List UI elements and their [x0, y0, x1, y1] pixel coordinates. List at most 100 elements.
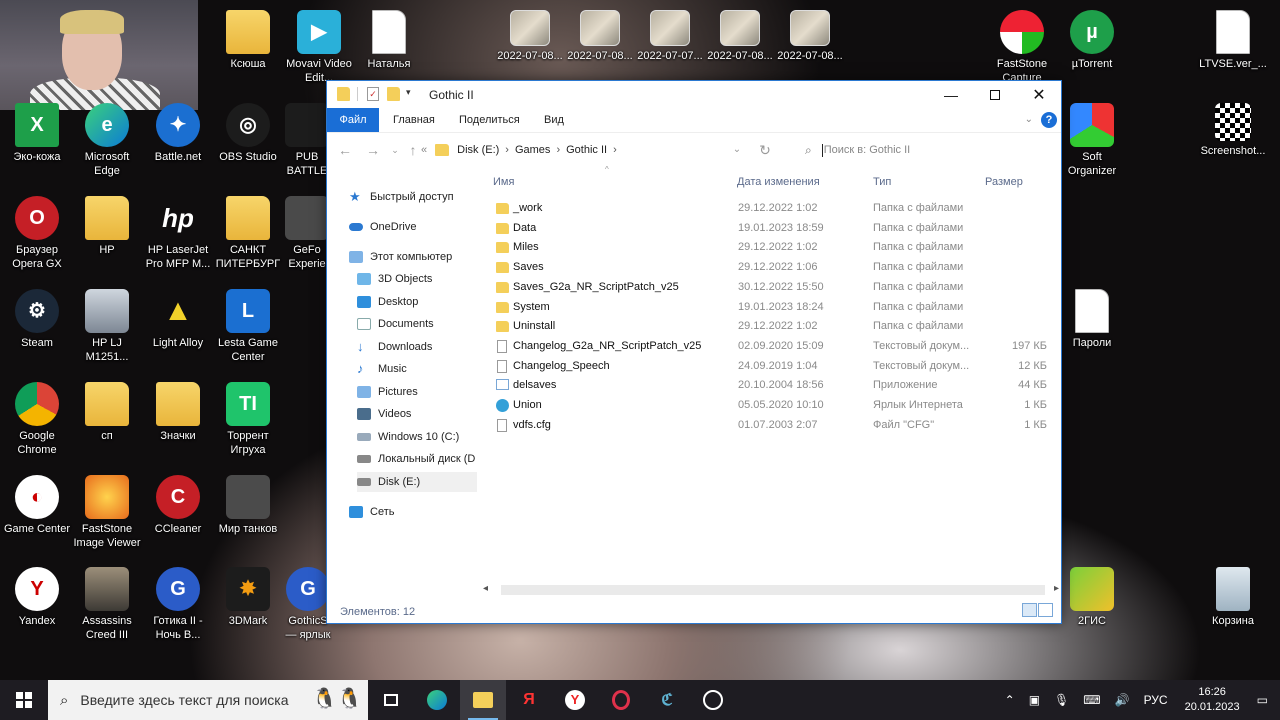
taskbar-search-input[interactable]: Введите здесь текст для поиска — [80, 692, 288, 708]
nav-desktop[interactable]: Desktop — [357, 292, 477, 312]
desktop-icon-torrent-igruha[interactable]: TI Торрент Игруха — [212, 382, 284, 457]
scroll-left-icon[interactable]: ◂ — [483, 583, 488, 594]
taskbar-opera-gx[interactable] — [598, 680, 644, 720]
desktop-icon-ksyusha[interactable]: Ксюша — [212, 10, 284, 71]
column-header-size[interactable]: Размер — [985, 176, 1023, 188]
properties-icon[interactable]: ✓ — [367, 87, 379, 101]
nav-3d-objects[interactable]: 3D Objects — [357, 269, 477, 289]
desktop-icon-edge[interactable]: e Microsoft Edge — [71, 103, 143, 178]
file-row[interactable]: Changelog_G2a_NR_ScriptPatch_v25 02.09.20… — [487, 337, 1059, 357]
desktop-icon-screenshot[interactable]: Screenshot... — [1197, 103, 1269, 158]
file-row[interactable]: Union 05.05.2020 10:10 Ярлык Интернета 1 КБ — [487, 396, 1059, 416]
nav-drive-c[interactable]: Windows 10 (C:) — [357, 427, 477, 447]
desktop-icon-yandex[interactable]: Y Yandex — [1, 567, 73, 628]
desktop-icon-game-center[interactable]: ◐ Game Center — [1, 475, 73, 536]
large-icons-view-icon[interactable] — [1038, 603, 1053, 617]
desktop-icon-photo-5[interactable]: 2022-07-08... — [774, 10, 846, 63]
refresh-button[interactable]: ↻ — [755, 141, 775, 159]
search-box[interactable]: ⌕ Поиск в: Gothic II — [805, 138, 1055, 162]
address-dropdown-icon[interactable]: ⌄ — [727, 141, 747, 159]
new-folder-icon[interactable] — [387, 87, 400, 101]
title-bar[interactable]: ✓ ▾ Gothic II — ✕ — [327, 81, 1061, 108]
ribbon-expand-icon[interactable]: ⌄ — [1025, 114, 1033, 125]
desktop-icon-battlenet[interactable]: ✦ Battle.net — [142, 103, 214, 164]
desktop-icon-paroli[interactable]: Пароли — [1056, 289, 1128, 350]
desktop-icon-faststone-viewer[interactable]: FastStone Image Viewer — [71, 475, 143, 550]
nav-drive-e[interactable]: Disk (E:) — [357, 472, 477, 492]
tab-home[interactable]: Главная — [381, 108, 447, 132]
taskbar-edge[interactable] — [414, 680, 460, 720]
tab-share[interactable]: Поделиться — [447, 108, 532, 132]
desktop-icon-faststone-capture[interactable]: FastStone Capture — [986, 10, 1058, 85]
desktop-icon-geforce[interactable]: GeFo Experie — [284, 196, 330, 271]
desktop-icon-lesta[interactable]: L Lesta Game Center — [212, 289, 284, 364]
desktop-icon-eko-kozha[interactable]: X Эко-кожа — [1, 103, 73, 164]
desktop-icon-photo-2[interactable]: 2022-07-08... — [564, 10, 636, 63]
horizontal-scrollbar[interactable]: ◂ ▸ — [483, 583, 1059, 597]
desktop-icon-obs[interactable]: ◎ OBS Studio — [212, 103, 284, 164]
nav-documents[interactable]: Documents — [357, 314, 477, 334]
taskbar-file-explorer[interactable] — [460, 680, 506, 720]
desktop-icon-hp-folder[interactable]: HP — [71, 196, 143, 257]
forward-button[interactable]: → — [363, 141, 383, 159]
search-input[interactable]: Поиск в: Gothic II — [824, 144, 910, 156]
desktop-icon-photo-4[interactable]: 2022-07-08... — [704, 10, 776, 63]
column-header-name[interactable]: Имя — [493, 176, 514, 188]
desktop-icon-chrome[interactable]: Google Chrome — [1, 382, 73, 457]
nav-music[interactable]: ♪ Music — [357, 359, 477, 379]
file-row[interactable]: Miles 29.12.2022 1:02 Папка с файлами — [487, 238, 1059, 258]
minimize-button[interactable]: — — [929, 81, 973, 108]
desktop-icon-assassins-creed[interactable]: Assassins Creed III — [71, 567, 143, 642]
taskbar-yandex[interactable]: Y — [552, 680, 598, 720]
notifications-icon[interactable]: ▭ — [1257, 693, 1268, 707]
desktop-icon-sankt-piterburg[interactable]: САНКТ ПИТЕРБУРГ — [212, 196, 284, 271]
desktop-icon-hp-laserjet[interactable]: hp HP LaserJet Pro MFP M... — [142, 196, 214, 271]
desktop-icon-photo-1[interactable]: 2022-07-08... — [494, 10, 566, 63]
file-row[interactable]: Uninstall 29.12.2022 1:02 Папка с файлами — [487, 317, 1059, 337]
breadcrumb-gothic-ii[interactable]: Gothic II — [566, 144, 607, 156]
maximize-button[interactable] — [973, 81, 1017, 108]
column-header-date[interactable]: Дата изменения — [737, 176, 820, 188]
file-row[interactable]: Data 19.01.2023 18:59 Папка с файлами — [487, 219, 1059, 239]
breadcrumb-games[interactable]: Games — [515, 144, 550, 156]
tab-file[interactable]: Файл — [327, 108, 379, 132]
scroll-right-icon[interactable]: ▸ — [1054, 583, 1059, 594]
tab-view[interactable]: Вид — [532, 108, 576, 132]
nav-network[interactable]: Сеть — [349, 502, 477, 522]
file-row[interactable]: System 19.01.2023 18:24 Папка с файлами — [487, 298, 1059, 318]
nav-this-pc[interactable]: Этот компьютер — [349, 247, 477, 267]
breadcrumb-disk-e[interactable]: Disk (E:) — [457, 144, 499, 156]
taskbar-yandex-browser[interactable]: Я — [506, 680, 552, 720]
help-icon[interactable]: ? — [1041, 112, 1057, 128]
file-row[interactable]: Changelog_Speech 24.09.2019 1:04 Текстовый… — [487, 357, 1059, 377]
breadcrumb[interactable]: « Disk (E:) › Games › Gothic II › — [421, 138, 751, 162]
back-button[interactable]: ← — [335, 141, 355, 159]
file-row[interactable]: vdfs.cfg 01.07.2003 2:07 Файл "CFG" 1 КБ — [487, 416, 1059, 436]
desktop-icon-opera-gx[interactable]: O Браузер Opera GX — [1, 196, 73, 271]
nav-quick-access[interactable]: ★ Быстрый доступ — [349, 187, 477, 207]
desktop-icon-utorrent[interactable]: µ µTorrent — [1056, 10, 1128, 71]
details-view-icon[interactable] — [1022, 603, 1037, 617]
nav-drive-d[interactable]: Локальный диск (D — [357, 449, 477, 469]
microphone-icon[interactable]: 🎙 — [1054, 693, 1069, 707]
column-header-type[interactable]: Тип — [873, 176, 891, 188]
desktop-icon-3dmark[interactable]: ✸ 3DMark — [212, 567, 284, 628]
desktop-icon-hp-lj[interactable]: HP LJ M1251... — [71, 289, 143, 364]
scrollbar-track[interactable] — [501, 585, 1045, 595]
desktop-icon-natalya[interactable]: Наталья — [353, 10, 425, 71]
chevron-down-icon[interactable]: ▾ — [406, 87, 416, 101]
volume-icon[interactable]: 🔊 — [1115, 693, 1130, 707]
desktop-icon-znachki[interactable]: Значки — [142, 382, 214, 443]
desktop-icon-movavi[interactable]: ▶ Movavi Video Edit... — [283, 10, 355, 85]
taskbar-app-unknown[interactable]: ℭ — [644, 680, 690, 720]
chevron-up-icon[interactable]: ⌃ — [1005, 693, 1015, 707]
nav-videos[interactable]: Videos — [357, 404, 477, 424]
network-icon[interactable]: ⌨ — [1083, 693, 1100, 707]
start-button[interactable] — [0, 680, 48, 720]
desktop-icon-gothic-ii[interactable]: G Готика II - Ночь В... — [142, 567, 214, 642]
close-button[interactable]: ✕ — [1017, 81, 1061, 108]
desktop-icon-pubg[interactable]: PUB BATTLE — [284, 103, 330, 178]
file-row[interactable]: delsaves 20.10.2004 18:56 Приложение 44 КБ — [487, 376, 1059, 396]
language-indicator[interactable]: РУС — [1144, 693, 1168, 707]
up-button[interactable]: ↑ — [403, 141, 423, 159]
